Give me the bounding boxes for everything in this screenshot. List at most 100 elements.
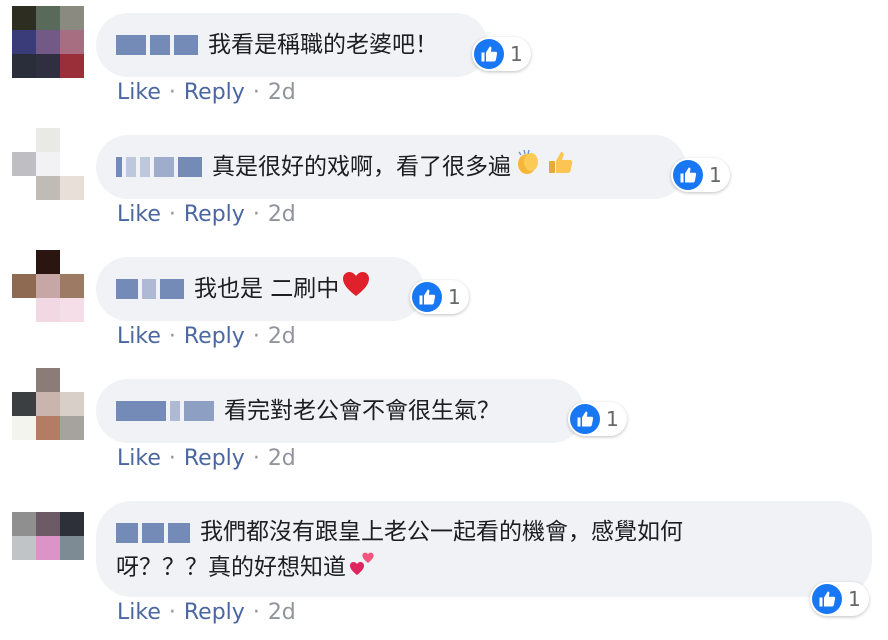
- commenter-name[interactable]: [116, 401, 214, 421]
- like-link[interactable]: Like: [117, 324, 161, 349]
- avatar-tile: [12, 54, 36, 78]
- avatar[interactable]: [12, 6, 84, 78]
- avatar-tile: [60, 416, 84, 440]
- comment-timestamp[interactable]: 2d: [268, 324, 296, 349]
- like-reaction-icon: [812, 584, 842, 614]
- avatar-tile: [12, 152, 36, 176]
- comment-timestamp[interactable]: 2d: [268, 446, 296, 471]
- avatar[interactable]: [12, 128, 84, 200]
- avatar-tile: [12, 176, 36, 200]
- avatar-tile: [36, 128, 60, 152]
- reaction-count: 1: [510, 42, 523, 66]
- separator: ·: [168, 80, 176, 105]
- reply-link[interactable]: Reply: [184, 446, 245, 471]
- reaction-count-badge[interactable]: 1: [671, 158, 730, 192]
- like-link[interactable]: Like: [117, 80, 161, 105]
- avatar-tile: [36, 512, 60, 536]
- reaction-count-badge[interactable]: 1: [810, 582, 869, 616]
- like-link[interactable]: Like: [117, 600, 161, 625]
- comment-timestamp[interactable]: 2d: [268, 600, 296, 625]
- comment-bubble: 我們都沒有跟皇上老公一起看的機會，感覺如何呀？？？真的好想知道: [96, 501, 872, 597]
- comment-text: 看完對老公會不會很生氣？: [224, 398, 500, 424]
- avatar-tile: [36, 368, 60, 392]
- reaction-count: 1: [606, 407, 619, 431]
- avatar-tile: [60, 392, 84, 416]
- avatar-tile: [12, 298, 36, 322]
- two-hearts-icon: [348, 549, 378, 587]
- avatar[interactable]: [12, 250, 84, 322]
- avatar-tile: [12, 250, 36, 274]
- like-reaction-icon: [412, 282, 442, 312]
- separator: ·: [168, 324, 176, 349]
- avatar-tile: [60, 152, 84, 176]
- avatar-tile: [36, 30, 60, 54]
- avatar-tile: [36, 176, 60, 200]
- reaction-count: 1: [848, 587, 861, 611]
- separator: ·: [252, 202, 260, 227]
- avatar-tile: [12, 30, 36, 54]
- reaction-count-badge[interactable]: 1: [472, 37, 531, 71]
- avatar-tile: [60, 30, 84, 54]
- avatar[interactable]: [12, 368, 84, 440]
- avatar-tile: [60, 250, 84, 274]
- like-reaction-icon: [673, 160, 703, 190]
- avatar-tile: [60, 512, 84, 536]
- comment-actions: Like · Reply · 2d: [117, 202, 296, 227]
- avatar-tile: [12, 368, 36, 392]
- avatar-tile: [60, 368, 84, 392]
- commenter-name[interactable]: [116, 157, 202, 177]
- avatar-tile: [12, 560, 36, 584]
- comment-text: 真是很好的戏啊，看了很多遍: [212, 154, 511, 180]
- separator: ·: [168, 446, 176, 471]
- avatar-tile: [12, 392, 36, 416]
- avatar-tile: [60, 298, 84, 322]
- comment-text-wrap: 我們都沒有跟皇上老公一起看的機會，感覺如何呀？？？真的好想知道: [116, 515, 716, 587]
- comment-bubble: 我看是稱職的老婆吧！: [96, 13, 488, 77]
- reply-link[interactable]: Reply: [184, 600, 245, 625]
- commenter-name[interactable]: [116, 279, 184, 299]
- avatar-tile: [12, 416, 36, 440]
- reaction-count-badge[interactable]: 1: [410, 280, 469, 314]
- reply-link[interactable]: Reply: [184, 324, 245, 349]
- like-link[interactable]: Like: [117, 202, 161, 227]
- avatar-tile: [36, 298, 60, 322]
- comment-timestamp[interactable]: 2d: [268, 80, 296, 105]
- commenter-name[interactable]: [116, 35, 198, 55]
- separator: ·: [252, 80, 260, 105]
- separator: ·: [252, 600, 260, 625]
- avatar-tile: [60, 128, 84, 152]
- avatar-tile: [60, 176, 84, 200]
- comment-text: 我看是稱職的老婆吧！: [208, 32, 438, 58]
- separator: ·: [168, 202, 176, 227]
- comment-bubble: 我也是 二刷中: [96, 257, 424, 321]
- separator: ·: [252, 324, 260, 349]
- red-heart-icon: [341, 269, 371, 309]
- clapping-hands-icon: [513, 147, 543, 187]
- avatar-tile: [60, 274, 84, 298]
- avatar[interactable]: [12, 512, 84, 584]
- comment-bubble: 真是很好的戏啊，看了很多遍: [96, 135, 686, 199]
- avatar-tile: [36, 536, 60, 560]
- avatar-tile: [36, 392, 60, 416]
- avatar-tile: [12, 6, 36, 30]
- comment-bubble: 看完對老公會不會很生氣？: [96, 379, 584, 443]
- reaction-count-badge[interactable]: 1: [568, 402, 627, 436]
- like-reaction-icon: [474, 39, 504, 69]
- commenter-name[interactable]: [116, 522, 190, 543]
- avatar-tile: [60, 560, 84, 584]
- avatar-tile: [36, 6, 60, 30]
- avatar-tile: [60, 6, 84, 30]
- avatar-tile: [36, 54, 60, 78]
- reply-link[interactable]: Reply: [184, 80, 245, 105]
- like-link[interactable]: Like: [117, 446, 161, 471]
- avatar-tile: [60, 54, 84, 78]
- comment-timestamp[interactable]: 2d: [268, 202, 296, 227]
- reply-link[interactable]: Reply: [184, 202, 245, 227]
- avatar-tile: [12, 128, 36, 152]
- avatar-tile: [12, 274, 36, 298]
- reaction-count: 1: [709, 163, 722, 187]
- avatar-tile: [60, 536, 84, 560]
- comment-text: 我們都沒有跟皇上老公一起看的機會，感覺如何呀？？？真的好想知道: [116, 519, 683, 581]
- avatar-tile: [36, 274, 60, 298]
- avatar-tile: [12, 536, 36, 560]
